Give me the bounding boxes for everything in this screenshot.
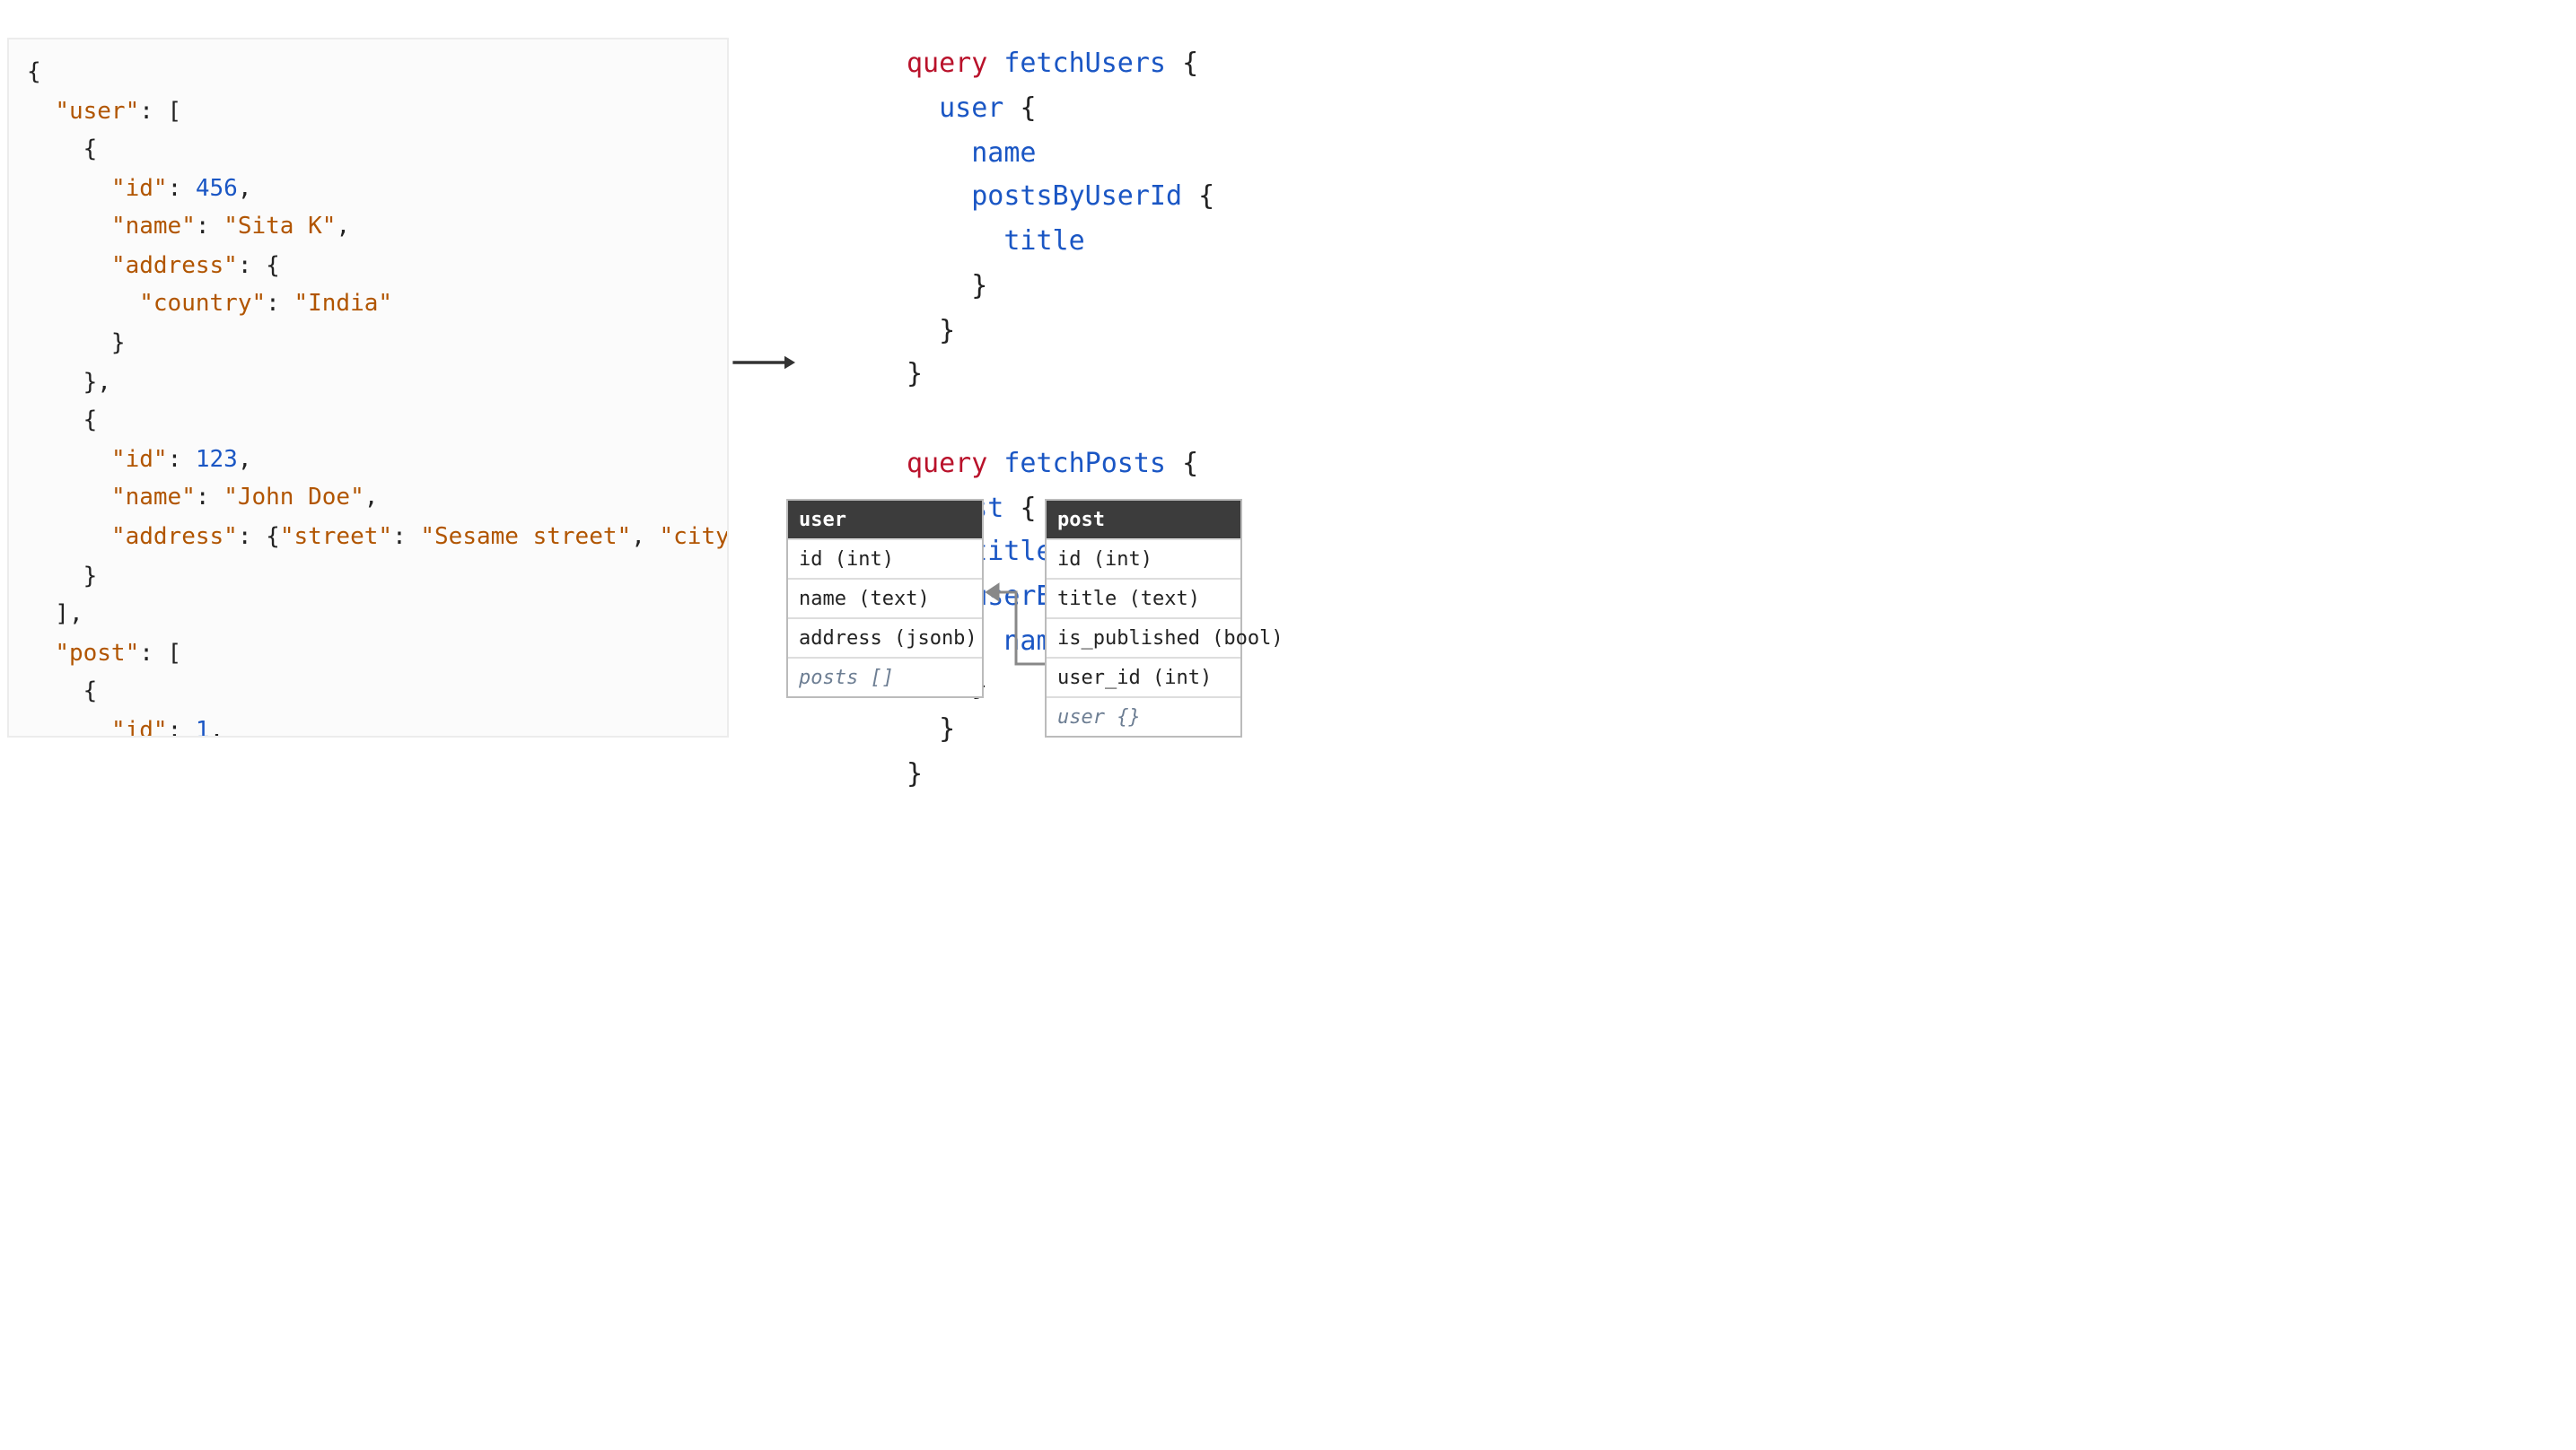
foreign-key-arrow-icon xyxy=(786,499,1289,732)
json-source-code: { "user": [ { "id": 456, "name": "Sita K… xyxy=(7,38,729,738)
schema-diagram: user id (int)name (text)address (jsonb)p… xyxy=(786,499,1289,732)
transform-arrow-icon xyxy=(731,350,795,375)
